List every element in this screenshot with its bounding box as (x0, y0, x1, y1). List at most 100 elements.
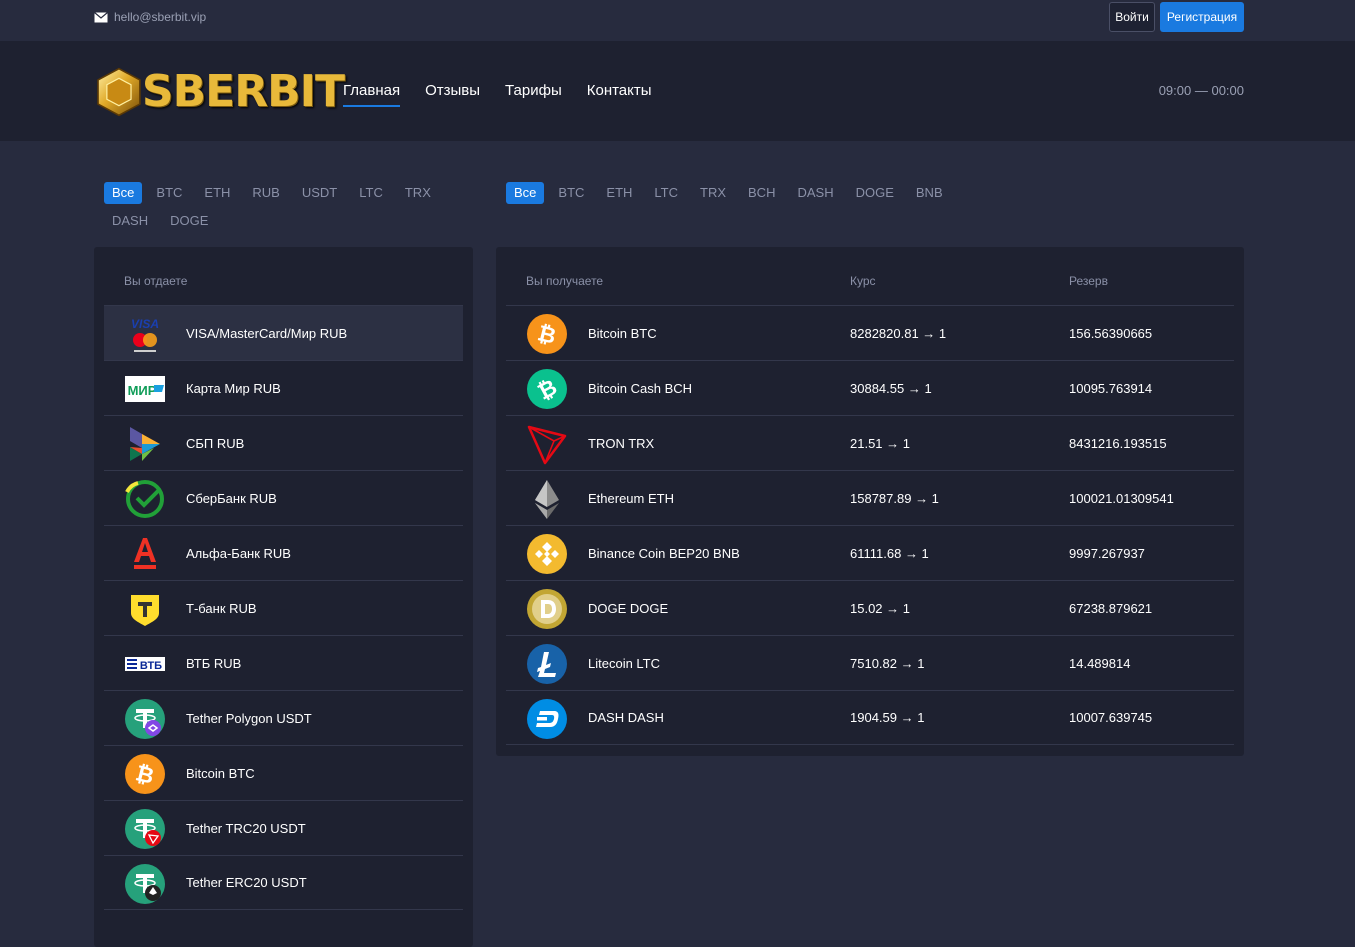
get-row[interactable]: Binance Coin BEP20 BNB 61111.68 → 1 9997… (506, 525, 1234, 580)
give-row[interactable]: СБП RUB (104, 415, 463, 470)
give-filter-usdt[interactable]: USDT (294, 182, 345, 204)
give-filter-all[interactable]: Все (104, 182, 143, 204)
get-row[interactable]: DASH DASH 1904.59 → 1 10007.639745 (506, 690, 1234, 745)
bitcoin-icon: ₿ (527, 314, 567, 354)
give-name: СБП RUB (186, 435, 245, 451)
mir-icon: МИР (125, 376, 165, 402)
get-name: Litecoin LTC (588, 655, 661, 671)
sberbank-icon (125, 480, 164, 518)
get-row[interactable]: DOGE DOGE 15.02 → 1 67238.879621 (506, 580, 1234, 635)
get-filter-all[interactable]: Все (506, 182, 545, 204)
get-rate: 8282820.81 → 1 (850, 325, 947, 341)
give-filter-rub[interactable]: RUB (244, 182, 287, 204)
get-filter-dash[interactable]: DASH (789, 182, 841, 204)
contact-email[interactable]: hello@sberbit.vip (94, 10, 206, 24)
get-filter-bch[interactable]: BCH (740, 182, 783, 204)
logo-text: SBERBIT (141, 66, 345, 117)
bitcoin-icon: ₿ (125, 754, 165, 794)
get-row[interactable]: Ethereum ETH 158787.89 → 1 100021.013095… (506, 470, 1234, 525)
svg-text:VISA: VISA (131, 317, 159, 331)
get-row[interactable]: ₿ Bitcoin Cash BCH 30884.55 → 1 10095.76… (506, 360, 1234, 415)
get-rate: 7510.82 → 1 (850, 655, 925, 671)
login-button[interactable]: Войти (1109, 2, 1155, 32)
give-name: Т-банк RUB (186, 600, 257, 616)
give-filter-trx[interactable]: TRX (397, 182, 439, 204)
top-bar: hello@sberbit.vip Войти Регистрация (0, 0, 1355, 41)
get-name: TRON TRX (588, 435, 655, 451)
get-reserve: 10007.639745 (1069, 710, 1153, 725)
site-header: SBERBIT Главная Отзывы Тарифы Контакты 0… (0, 41, 1355, 141)
give-filter-btc[interactable]: BTC (148, 182, 190, 204)
sbp-icon (130, 427, 160, 461)
get-rate: 15.02 → 1 (850, 600, 910, 616)
give-filter-eth[interactable]: ETH (196, 182, 238, 204)
get-filter-doge[interactable]: DOGE (848, 182, 902, 204)
vtb-icon: ВТБ (125, 657, 165, 672)
get-row[interactable]: Litecoin LTC 7510.82 → 1 14.489814 (506, 635, 1234, 690)
site-logo[interactable]: SBERBIT (94, 59, 345, 124)
give-row[interactable]: ВТБ ВТБ RUB (104, 635, 463, 690)
get-reserve: 9997.267937 (1069, 545, 1145, 561)
give-row[interactable]: Tether Polygon USDT (104, 690, 463, 745)
give-name: ВТБ RUB (186, 655, 242, 671)
nav-tariffs[interactable]: Тарифы (505, 82, 562, 107)
get-name: DOGE DOGE (588, 600, 669, 616)
get-reserve: 156.56390665 (1069, 325, 1153, 341)
give-panel: Вы отдаете VISA VISA/MasterCard/Мир RUB … (94, 247, 473, 947)
get-rate: 61111.68 → 1 (850, 545, 929, 561)
logo-hexagon-icon (97, 67, 141, 116)
alfa-bank-icon (134, 538, 156, 569)
get-name: Ethereum ETH (588, 490, 674, 506)
register-button[interactable]: Регистрация (1160, 2, 1244, 32)
get-reserve: 67238.879621 (1069, 600, 1153, 616)
give-list: VISA VISA/MasterCard/Мир RUB МИР Карта М… (104, 305, 463, 910)
bitcoin-cash-icon: ₿ (527, 369, 567, 409)
visa-mastercard-icon: VISA (131, 317, 159, 352)
email-text: hello@sberbit.vip (114, 10, 207, 24)
give-name: Tether ERC20 USDT (186, 875, 307, 890)
nav-contacts[interactable]: Контакты (587, 82, 652, 107)
get-list: ₿ Bitcoin BTC 8282820.81 → 1 156.5639066… (506, 305, 1234, 745)
svg-text:ВТБ: ВТБ (140, 660, 162, 672)
get-row[interactable]: ₿ Bitcoin BTC 8282820.81 → 1 156.5639066… (506, 305, 1234, 360)
envelope-icon (94, 11, 108, 22)
svg-text:МИР: МИР (128, 383, 157, 398)
give-row[interactable]: Tether TRC20 USDT (104, 800, 463, 855)
get-name: DASH DASH (588, 710, 664, 725)
get-reserve: 100021.01309541 (1069, 490, 1174, 506)
get-row[interactable]: TRON TRX 21.51 → 1 8431216.193515 (506, 415, 1234, 470)
get-reserve: 14.489814 (1069, 655, 1131, 671)
nav-reviews[interactable]: Отзывы (425, 82, 480, 107)
get-currency-filters: Все BTC ETH LTC TRX BCH DASH DOGE BNB (506, 182, 1066, 210)
give-currency-filters: Все BTC ETH RUB USDT LTC TRX DASH DOGE (104, 182, 464, 238)
give-filter-doge[interactable]: DOGE (162, 210, 216, 232)
give-row[interactable]: СберБанк RUB (104, 470, 463, 525)
get-filter-eth[interactable]: ETH (598, 182, 640, 204)
ethereum-icon (535, 480, 559, 519)
litecoin-icon (527, 644, 567, 684)
give-row[interactable]: Tether ERC20 USDT (104, 855, 463, 910)
nav-home[interactable]: Главная (343, 82, 401, 107)
give-row[interactable]: Альфа-Банк RUB (104, 525, 463, 580)
give-filter-ltc[interactable]: LTC (351, 182, 391, 204)
get-filter-bnb[interactable]: BNB (908, 182, 951, 204)
give-row[interactable]: МИР Карта Мир RUB (104, 360, 463, 415)
tether-polygon-icon (125, 699, 165, 739)
give-name: СберБанк RUB (186, 490, 277, 506)
give-name: Tether TRC20 USDT (186, 820, 306, 836)
get-filter-btc[interactable]: BTC (550, 182, 592, 204)
get-rate: 1904.59 → 1 (850, 710, 925, 725)
give-row[interactable]: Т-банк RUB (104, 580, 463, 635)
get-name: Binance Coin BEP20 BNB (588, 545, 740, 561)
get-reserve: 8431216.193515 (1069, 435, 1167, 451)
t-bank-icon (131, 595, 159, 626)
give-name: Альфа-Банк RUB (186, 545, 291, 561)
doge-icon (527, 589, 567, 629)
give-filter-dash[interactable]: DASH (104, 210, 156, 232)
give-row[interactable]: ₿ Bitcoin BTC (104, 745, 463, 800)
get-filter-trx[interactable]: TRX (692, 182, 734, 204)
give-name: Tether Polygon USDT (186, 710, 312, 726)
give-row[interactable]: VISA VISA/MasterCard/Мир RUB (104, 305, 463, 360)
main-nav: Главная Отзывы Тарифы Контакты (343, 82, 652, 107)
get-filter-ltc[interactable]: LTC (646, 182, 686, 204)
